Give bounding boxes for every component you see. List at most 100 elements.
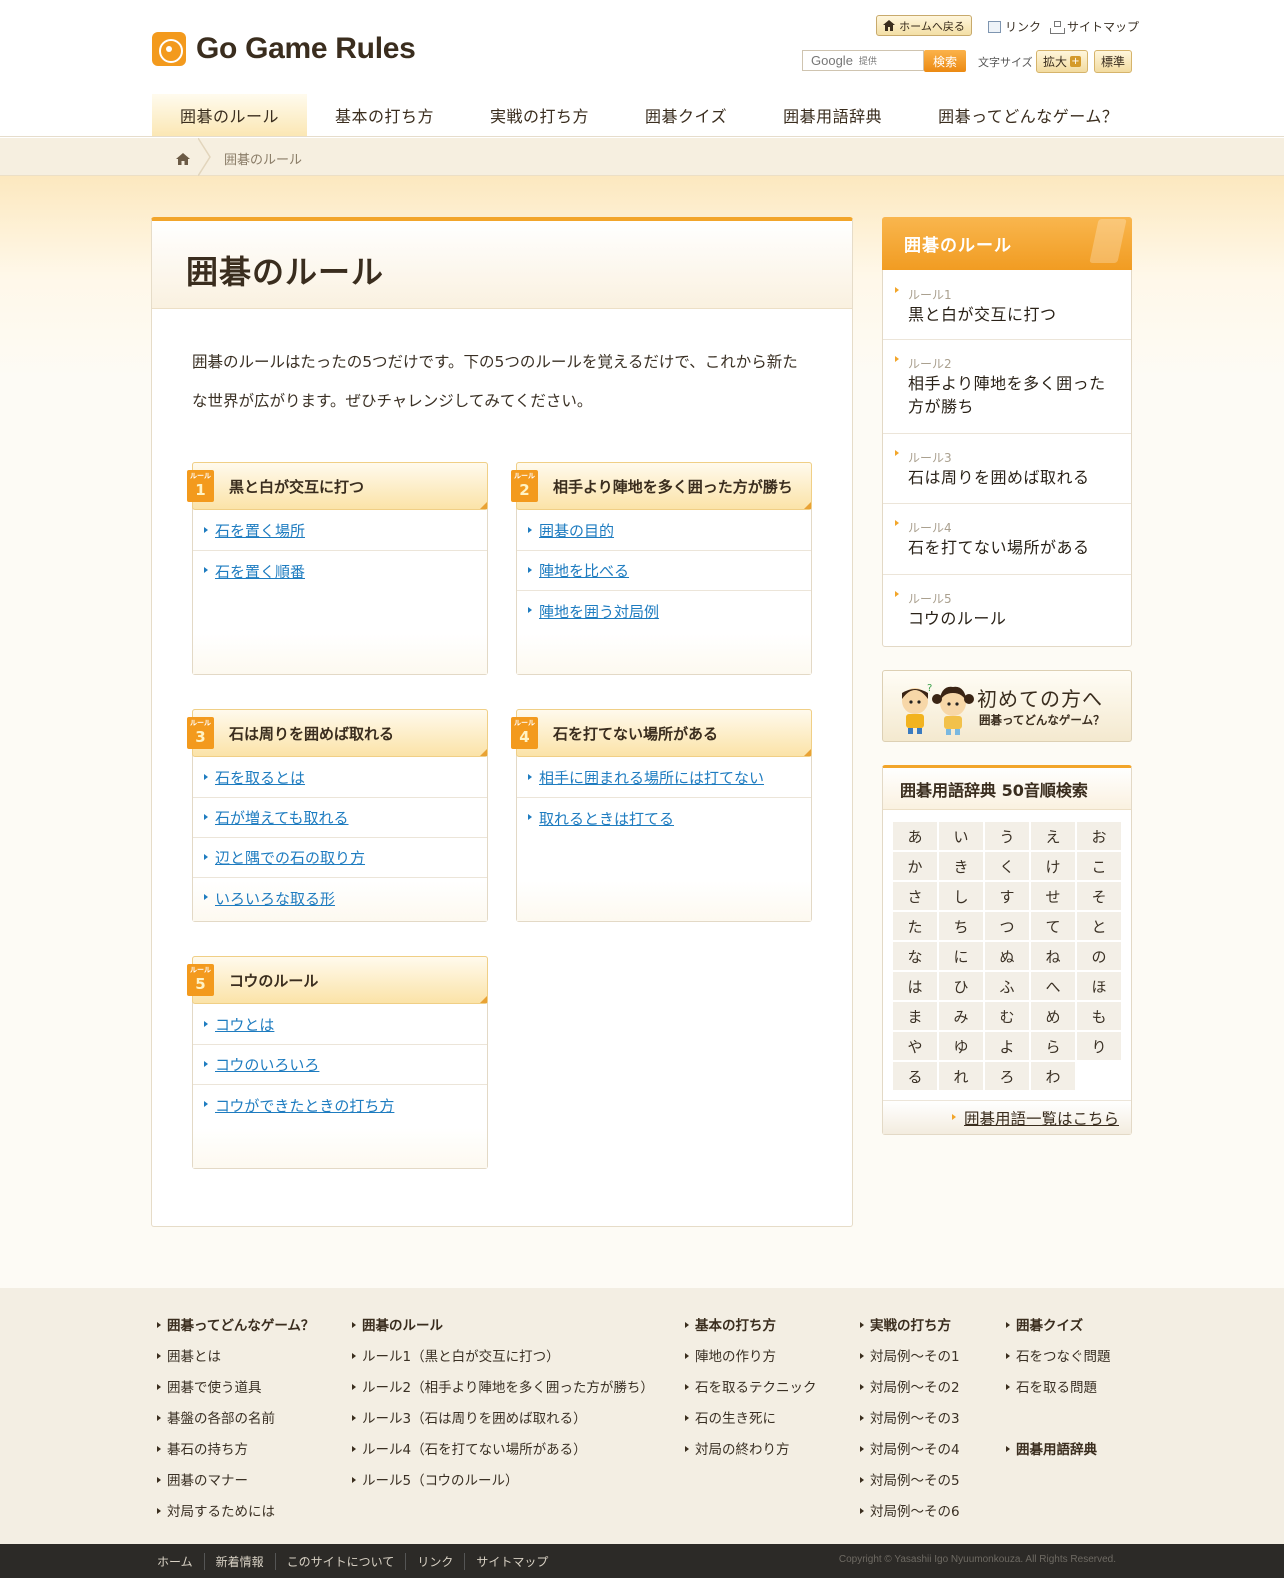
footer-heading[interactable]: 囲碁ってどんなゲーム？ (157, 1316, 314, 1347)
rule-link[interactable]: 辺と隅での石の取り方 (193, 838, 487, 878)
kana-cell[interactable]: ほ (1077, 972, 1121, 1000)
footer-link[interactable]: 対局例～その5 (860, 1471, 960, 1502)
footer-link[interactable]: 囲碁で使う道具 (157, 1378, 314, 1409)
footer-link[interactable]: ルール3（石は周りを囲めば取れる） (352, 1409, 654, 1440)
kana-cell[interactable]: せ (1031, 882, 1075, 910)
kana-cell[interactable]: る (893, 1062, 937, 1090)
kana-cell[interactable]: り (1077, 1032, 1121, 1060)
footer-link[interactable]: 対局するためには (157, 1502, 314, 1533)
kana-cell[interactable]: ね (1031, 942, 1075, 970)
kana-cell[interactable]: て (1031, 912, 1075, 940)
kana-cell[interactable]: き (939, 852, 983, 880)
kana-cell[interactable]: む (985, 1002, 1029, 1030)
kana-cell[interactable]: い (939, 822, 983, 850)
footer-heading[interactable]: 基本の打ち方 (685, 1316, 817, 1347)
kana-cell[interactable]: め (1031, 1002, 1075, 1030)
kana-cell[interactable]: た (893, 912, 937, 940)
footer-link[interactable]: 対局例～その3 (860, 1409, 960, 1440)
nav-item-quiz[interactable]: 囲碁クイズ (617, 94, 755, 136)
dictionary-list-link[interactable]: 囲碁用語一覧はこちら (951, 1107, 1119, 1129)
kana-cell[interactable]: み (939, 1002, 983, 1030)
bottom-link-home[interactable]: ホーム (157, 1552, 205, 1570)
sidebar-rule-1[interactable]: ルール1 黒と白が交互に打つ (883, 271, 1131, 340)
footer-link[interactable]: 対局例～その4 (860, 1440, 960, 1471)
sidebar-rule-2[interactable]: ルール2 相手より陣地を多く囲った方が勝ち (883, 340, 1131, 434)
breadcrumb-home-icon[interactable] (176, 150, 190, 165)
footer-link[interactable]: 碁石の持ち方 (157, 1440, 314, 1471)
search-button[interactable]: 検索 (924, 50, 966, 72)
beginner-banner[interactable]: ? 初めての方へ 囲碁ってどんなゲーム？ (882, 670, 1132, 742)
rule-link[interactable]: 取れるときは打てる (517, 798, 811, 838)
kana-cell[interactable]: け (1031, 852, 1075, 880)
kana-cell[interactable]: れ (939, 1062, 983, 1090)
footer-link[interactable]: ルール1（黒と白が交互に打つ） (352, 1347, 654, 1378)
kana-cell[interactable]: つ (985, 912, 1029, 940)
kana-cell[interactable]: し (939, 882, 983, 910)
kana-cell[interactable]: ち (939, 912, 983, 940)
kana-cell[interactable]: え (1031, 822, 1075, 850)
sidebar-rule-5[interactable]: ルール5 コウのルール (883, 575, 1131, 646)
kana-cell[interactable]: と (1077, 912, 1121, 940)
footer-heading-dictionary[interactable]: 囲碁用語辞典 (1006, 1440, 1111, 1471)
rule-link[interactable]: 石を置く場所 (193, 511, 487, 551)
kana-cell[interactable]: の (1077, 942, 1121, 970)
kana-cell[interactable]: お (1077, 822, 1121, 850)
kana-cell[interactable]: さ (893, 882, 937, 910)
rule-link[interactable]: コウができたときの打ち方 (193, 1085, 487, 1125)
home-button[interactable]: ホームへ戻る (876, 15, 972, 36)
kana-cell[interactable]: ら (1031, 1032, 1075, 1060)
footer-link[interactable]: ルール5（コウのルール） (352, 1471, 654, 1502)
bottom-link-about[interactable]: このサイトについて (276, 1552, 407, 1570)
kana-cell[interactable]: そ (1077, 882, 1121, 910)
footer-link[interactable]: 対局例～その1 (860, 1347, 960, 1378)
footer-link[interactable]: 碁盤の各部の名前 (157, 1409, 314, 1440)
bottom-link-news[interactable]: 新着情報 (205, 1552, 276, 1570)
kana-cell[interactable]: も (1077, 1002, 1121, 1030)
sidebar-rule-3[interactable]: ルール3 石は周りを囲めば取れる (883, 434, 1131, 504)
rule-link[interactable]: 陣地を比べる (517, 551, 811, 591)
footer-link[interactable]: 対局例～その6 (860, 1502, 960, 1533)
nav-item-basics[interactable]: 基本の打ち方 (307, 94, 462, 136)
rule-link[interactable]: 陣地を囲う対局例 (517, 591, 811, 631)
footer-link[interactable]: 石の生き死に (685, 1409, 817, 1440)
kana-cell[interactable]: く (985, 852, 1029, 880)
kana-cell[interactable]: あ (893, 822, 937, 850)
links-link[interactable]: リンク (988, 18, 1041, 35)
footer-link[interactable]: 対局の終わり方 (685, 1440, 817, 1471)
footer-link[interactable]: 石を取る問題 (1006, 1378, 1111, 1409)
footer-link[interactable]: 囲碁のマナー (157, 1471, 314, 1502)
footer-heading[interactable]: 実戦の打ち方 (860, 1316, 960, 1347)
kana-cell[interactable]: す (985, 882, 1029, 910)
nav-item-rules[interactable]: 囲碁のルール (152, 94, 308, 136)
font-standard-button[interactable]: 標準 (1094, 50, 1132, 73)
footer-link[interactable]: ルール2（相手より陣地を多く囲った方が勝ち） (352, 1378, 654, 1409)
rule-link[interactable]: 相手に囲まれる場所には打てない (517, 758, 811, 798)
kana-cell[interactable]: へ (1031, 972, 1075, 1000)
footer-heading[interactable]: 囲碁クイズ (1006, 1316, 1111, 1347)
rule-link[interactable]: 囲碁の目的 (517, 511, 811, 551)
footer-heading[interactable]: 囲碁のルール (352, 1316, 654, 1347)
kana-cell[interactable]: や (893, 1032, 937, 1060)
search-input[interactable]: Google 提供 (802, 50, 924, 71)
footer-link[interactable]: 囲碁とは (157, 1347, 314, 1378)
footer-link[interactable]: ルール4（石を打てない場所がある） (352, 1440, 654, 1471)
kana-cell[interactable]: ひ (939, 972, 983, 1000)
kana-cell[interactable]: う (985, 822, 1029, 850)
bottom-link-sitemap[interactable]: サイトマップ (465, 1553, 559, 1570)
footer-link[interactable]: 対局例～その2 (860, 1378, 960, 1409)
sidebar-rule-4[interactable]: ルール4 石を打てない場所がある (883, 504, 1131, 575)
kana-cell[interactable]: に (939, 942, 983, 970)
rule-link[interactable]: 石を取るとは (193, 758, 487, 798)
kana-cell[interactable]: は (893, 972, 937, 1000)
sitemap-link[interactable]: サイトマップ (1050, 18, 1139, 35)
kana-cell[interactable]: わ (1031, 1062, 1075, 1090)
rule-link[interactable]: いろいろな取る形 (193, 878, 487, 918)
kana-cell[interactable]: ろ (985, 1062, 1029, 1090)
font-enlarge-button[interactable]: 拡大 + (1036, 50, 1088, 73)
rule-link[interactable]: コウとは (193, 1005, 487, 1045)
site-logo[interactable]: Go Game Rules (152, 32, 416, 66)
nav-item-practice[interactable]: 実戦の打ち方 (462, 94, 617, 136)
kana-cell[interactable]: ふ (985, 972, 1029, 1000)
rule-link[interactable]: 石が増えても取れる (193, 798, 487, 838)
nav-item-about-go[interactable]: 囲碁ってどんなゲーム？ (910, 94, 1146, 136)
